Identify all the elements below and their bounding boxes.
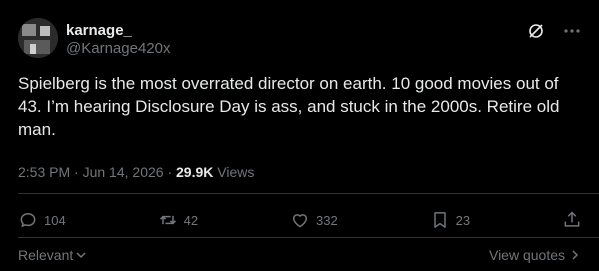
repost-button[interactable]: 42 bbox=[158, 210, 198, 230]
like-count: 332 bbox=[315, 212, 338, 228]
repost-icon bbox=[159, 215, 176, 225]
avatar[interactable] bbox=[18, 18, 58, 58]
views-label: Views bbox=[217, 164, 255, 180]
bookmark-icon bbox=[433, 212, 446, 228]
tweet-text: Spielberg is the most overrated director… bbox=[18, 74, 560, 139]
chevron-down-icon bbox=[76, 252, 86, 259]
meta-separator: · bbox=[167, 164, 173, 180]
chevron-right-icon bbox=[572, 250, 579, 260]
display-name[interactable]: karnage_ bbox=[66, 22, 132, 40]
user-handle[interactable]: @Karnage420x bbox=[66, 40, 170, 58]
view-quotes-link[interactable]: View quotes bbox=[489, 247, 581, 263]
divider bbox=[18, 193, 599, 194]
view-quotes-label: View quotes bbox=[488, 247, 565, 263]
avatar-image bbox=[18, 18, 58, 58]
like-button[interactable]: 332 bbox=[290, 210, 338, 230]
views-count: 29.9K bbox=[176, 164, 214, 180]
tweet-date[interactable]: Jun 14, 2026 bbox=[83, 164, 164, 180]
bookmark-button[interactable]: 23 bbox=[430, 210, 470, 230]
more-icon[interactable] bbox=[561, 20, 583, 42]
meta-separator: · bbox=[74, 164, 79, 180]
bookmark-count: 23 bbox=[455, 212, 471, 228]
sort-dropdown[interactable]: Relevant bbox=[18, 247, 87, 263]
reply-count: 104 bbox=[44, 212, 66, 228]
grok-icon[interactable] bbox=[525, 20, 547, 42]
heart-icon bbox=[292, 214, 307, 228]
tweet-time[interactable]: 2:53 PM bbox=[18, 164, 70, 180]
reply-button[interactable]: 104 bbox=[18, 210, 66, 230]
action-bar: 104 42 332 23 bbox=[18, 210, 582, 230]
tweet-meta: 2:53 PM · Jun 14, 2026 · 29.9K Views bbox=[18, 163, 254, 181]
reply-icon bbox=[20, 213, 36, 227]
divider bbox=[18, 237, 599, 238]
repost-count: 42 bbox=[183, 212, 199, 228]
share-button[interactable] bbox=[562, 210, 582, 230]
sort-label: Relevant bbox=[18, 247, 74, 263]
share-icon bbox=[564, 211, 580, 227]
